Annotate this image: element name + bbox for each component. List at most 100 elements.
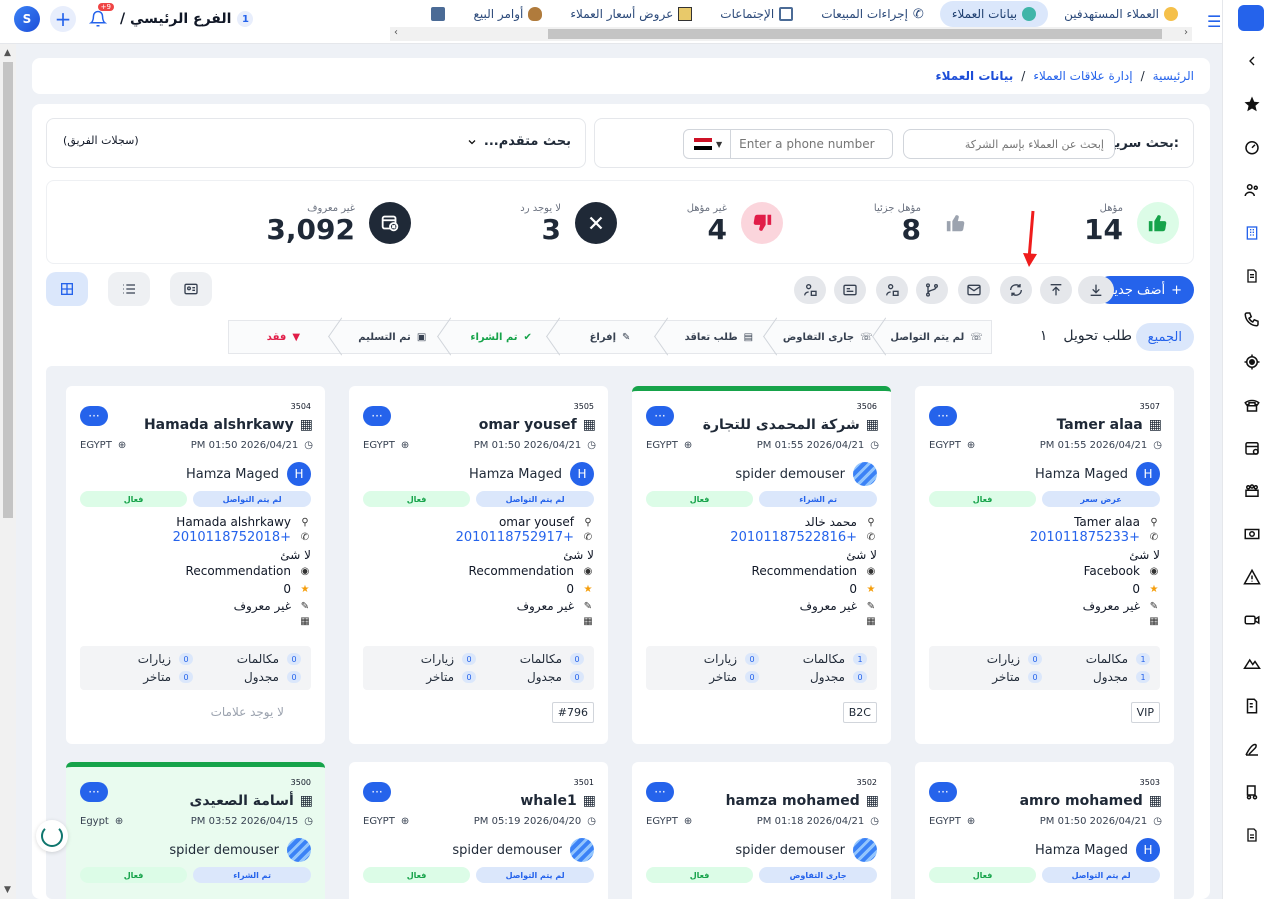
breadcrumb-home[interactable]: الرئيسية xyxy=(1153,69,1194,83)
card-name[interactable]: ▦ hamza mohamed xyxy=(726,793,879,809)
stage-negotiating[interactable]: ☏ جارى التفاوض xyxy=(773,321,882,353)
telephone-icon[interactable] xyxy=(1223,383,1279,426)
file-icon[interactable] xyxy=(1223,813,1279,856)
card-name[interactable]: ▦ Hamada alshrkawy xyxy=(144,417,313,433)
upload-button[interactable] xyxy=(1040,276,1072,304)
advanced-search-toggle[interactable]: بحث متقدم... xyxy=(466,134,571,149)
more-options-button[interactable]: ··· xyxy=(646,782,674,802)
customer-tag[interactable]: #796 xyxy=(551,702,594,723)
assign-user-button[interactable] xyxy=(876,276,908,304)
filter-all-button[interactable]: الجميع xyxy=(1135,323,1194,351)
more-options-button[interactable]: ··· xyxy=(929,406,957,426)
card-name[interactable]: ▦ whale1 xyxy=(520,793,596,809)
notifications-button[interactable]: +9 xyxy=(86,3,114,31)
card-phone[interactable]: ✆ +201011875228​16 xyxy=(730,530,877,545)
quick-add-button[interactable]: + xyxy=(50,6,76,32)
customer-card[interactable]: 3503 ▦ amro mohamed ··· ◷ 2026/04/21 01:50… xyxy=(915,762,1174,899)
more-options-button[interactable]: ··· xyxy=(929,782,957,802)
scrollbar-thumb[interactable] xyxy=(548,29,1162,39)
collapse-chevron-icon[interactable] xyxy=(1223,39,1279,82)
calendar-icon[interactable] xyxy=(1223,426,1279,469)
card-phone[interactable]: ✆ +201011875291​7 xyxy=(456,530,594,545)
tabs-scrollbar[interactable]: ‹ › xyxy=(390,27,1192,41)
menu-icon[interactable]: ☰ xyxy=(1207,12,1221,31)
stat-partial[interactable]: مؤهل جزئيا 8 xyxy=(874,195,977,251)
customer-card[interactable]: 3500 ▦ أسامة الصعيدى ··· ◷ 2026/04/15 03:5… xyxy=(66,762,325,899)
phone-search-input[interactable] xyxy=(739,137,880,151)
stage-vacate[interactable]: ✎ إفراغ xyxy=(556,321,665,353)
customer-card[interactable]: 3505 ▦ omar yousef ··· ◷ 2026/04/21 01:50 … xyxy=(349,386,608,744)
more-options-button[interactable]: ··· xyxy=(80,782,108,802)
list-view-button[interactable] xyxy=(108,272,150,306)
stat-no-reply[interactable]: لا يوجد رد 3 xyxy=(520,195,617,251)
target-icon[interactable] xyxy=(1223,340,1279,383)
call-icon[interactable] xyxy=(1223,297,1279,340)
merge-button[interactable] xyxy=(916,276,948,304)
card-phone[interactable]: ✆ +201011875201​8 xyxy=(173,530,311,545)
card-name[interactable]: ▦ Tamer alaa xyxy=(1057,417,1162,433)
document-icon[interactable] xyxy=(1223,254,1279,297)
stat-qualified[interactable]: مؤهل 14 xyxy=(1084,195,1179,251)
mountain-icon[interactable] xyxy=(1223,641,1279,684)
customer-card[interactable]: 3501 ▦ whale1 ··· ◷ 2026/04/20 05:19 PM EG… xyxy=(349,762,608,899)
users-icon[interactable] xyxy=(1223,168,1279,211)
more-options-button[interactable]: ··· xyxy=(80,406,108,426)
scroll-left-icon[interactable]: ‹ xyxy=(394,27,398,38)
stage-lost[interactable]: ▼ فقد xyxy=(229,321,338,353)
stage-not-contacted[interactable]: ☏ لم يتم التواصل xyxy=(882,321,991,353)
customer-card[interactable]: 3504 ▦ Hamada alshrkawy ··· ◷ 2026/04/21 0… xyxy=(66,386,325,744)
cash-icon[interactable] xyxy=(1223,512,1279,555)
email-button[interactable] xyxy=(958,276,990,304)
dashboard-icon[interactable] xyxy=(1223,125,1279,168)
scroll-down-icon[interactable]: ▼ xyxy=(4,885,11,895)
card-name[interactable]: ▦ amro mohamed xyxy=(1020,793,1162,809)
customer-card[interactable]: 3502 ▦ hamza mohamed ··· ◷ 2026/04/21 01:1… xyxy=(632,762,891,899)
page-scrollbar-thumb[interactable] xyxy=(3,62,13,518)
tab-price-quotes[interactable]: عروض أسعار العملاء xyxy=(558,1,704,27)
card-phone[interactable]: ✆ +201011875233 xyxy=(1030,530,1160,545)
truck-icon[interactable] xyxy=(1223,770,1279,813)
video-icon[interactable] xyxy=(1223,598,1279,641)
app-logo[interactable]: S xyxy=(14,6,40,32)
stat-unqualified[interactable]: غير مؤهل 4 xyxy=(687,195,783,251)
team-icon[interactable] xyxy=(1223,469,1279,512)
grid-view-button[interactable] xyxy=(46,272,88,306)
card-name[interactable]: ▦ شركة المحمدى للتجارة xyxy=(703,417,879,433)
company-search-input[interactable] xyxy=(903,129,1115,159)
refresh-button[interactable] xyxy=(1000,276,1032,304)
download-button[interactable] xyxy=(1078,276,1114,304)
customer-card[interactable]: 3507 ▦ Tamer alaa ··· ◷ 2026/04/21 01:55 P… xyxy=(915,386,1174,744)
branch-selector[interactable]: 1 الفرع الرئيسي / xyxy=(120,11,254,27)
star-icon[interactable] xyxy=(1223,82,1279,125)
brand-logo-icon[interactable] xyxy=(1238,5,1264,31)
stat-unknown[interactable]: غير معروف 3,092 xyxy=(266,195,411,251)
card-name[interactable]: ▦ أسامة الصعيدى xyxy=(190,793,313,809)
page-scrollbar[interactable]: ▲ ▼ xyxy=(0,44,16,899)
breadcrumb-crm[interactable]: إدارة علاقات العملاء xyxy=(1033,69,1132,83)
tab-sales-actions[interactable]: ✆ إجراءات المبيعات xyxy=(809,1,936,27)
tab-customer-data[interactable]: بيانات العملاء xyxy=(939,1,1049,27)
more-options-button[interactable]: ··· xyxy=(363,406,391,426)
building-icon[interactable] xyxy=(1223,211,1279,254)
contact-card-view-button[interactable] xyxy=(170,272,212,306)
customer-tag[interactable]: VIP xyxy=(1130,702,1160,723)
customer-card[interactable]: 3506 ▦ شركة المحمدى للتجارة ··· ◷ 2026/04/… xyxy=(632,386,891,744)
card-name[interactable]: ▦ omar yousef xyxy=(479,417,596,433)
more-options-button[interactable]: ··· xyxy=(363,782,391,802)
warning-icon[interactable] xyxy=(1223,555,1279,598)
signature-icon[interactable] xyxy=(1223,727,1279,770)
user-settings-button[interactable] xyxy=(794,276,826,304)
scroll-up-icon[interactable]: ▲ xyxy=(4,48,11,58)
tab-more[interactable] xyxy=(419,1,457,27)
filter-transfer-request[interactable]: طلب تحويل ١ xyxy=(1040,328,1132,344)
chevron-down-icon[interactable]: ▼ xyxy=(716,140,722,149)
stage-delivered[interactable]: ▣ تم التسليم xyxy=(338,321,447,353)
stage-contract-request[interactable]: ▤ طلب تعاقد xyxy=(664,321,773,353)
card-view-button[interactable] xyxy=(834,276,866,304)
more-options-button[interactable]: ··· xyxy=(646,406,674,426)
invoice-icon[interactable] xyxy=(1223,684,1279,727)
tab-target-customers[interactable]: العملاء المستهدفين xyxy=(1052,1,1190,27)
tab-meetings[interactable]: الإجتماعات xyxy=(708,1,805,27)
customer-tag[interactable]: B2C xyxy=(842,702,877,723)
egypt-flag-icon[interactable] xyxy=(694,138,712,150)
